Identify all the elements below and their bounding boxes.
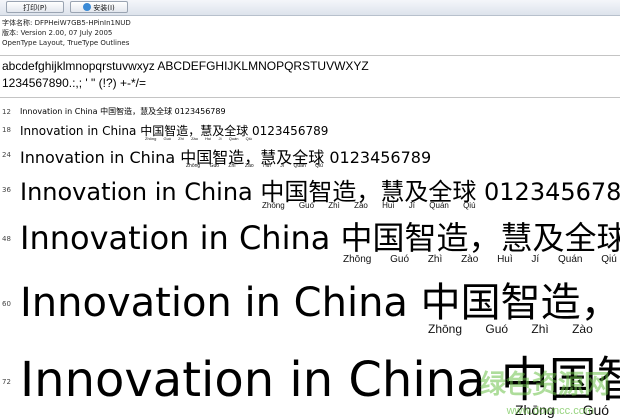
sample-text: Innovation in China 中国智造，慧及全球 0123456789: [20, 280, 620, 326]
font-version-line: 版本: Version 2.00, 07 July 2005: [2, 29, 113, 37]
divider: [0, 55, 620, 56]
divider: [0, 97, 620, 98]
size-label: 12: [2, 108, 11, 116]
watermark-url: www.downcc.com: [506, 405, 594, 417]
size-label: 36: [2, 186, 11, 194]
install-icon: [83, 3, 92, 11]
pinyin-row: Zhōng Guó Zhì Zào Huì Jí Quán Qiú: [262, 201, 476, 210]
pinyin-row: Zhōng Guó Zhì Zào Huì Jí Quán Qiú: [343, 254, 617, 265]
font-name-line: 字体名称: DFPHeiW7GB5-HPinIn1NUD: [2, 19, 131, 27]
size-label: 60: [2, 300, 11, 308]
pinyin-row: Zhōng Guó Zhì Zào: [428, 322, 593, 336]
size-label: 48: [2, 235, 11, 243]
print-button[interactable]: 打印(P): [6, 1, 64, 13]
sample-text: Innovation in China 中国智造，慧及全球 0123456789: [20, 219, 620, 257]
font-outline-line: OpenType Layout, TrueType Outlines: [2, 39, 130, 47]
pinyin-row: Zhōng Guó Zhì Zào Huì Jí Quán Qiú: [145, 136, 252, 141]
size-label: 24: [2, 151, 11, 159]
install-button[interactable]: 安装(I): [70, 1, 128, 13]
watermark-logo: 绿色资源网: [479, 370, 610, 400]
toolbar: 打印(P) 安装(I): [0, 0, 620, 16]
size-label: 18: [2, 126, 11, 134]
digits-preview: 1234567890.:,; ' " (!?) +-*/=: [2, 76, 146, 90]
alphabet-preview: abcdefghijklmnopqrstuvwxyz ABCDEFGHIJKLM…: [2, 59, 369, 73]
sample-text: Innovation in China 中国智造，慧及全球 0123456789: [20, 107, 226, 116]
pinyin-row: Zhōng Guó Zhì Zào Huì Jí Quán Qiú: [186, 163, 323, 169]
size-label: 72: [2, 378, 11, 386]
